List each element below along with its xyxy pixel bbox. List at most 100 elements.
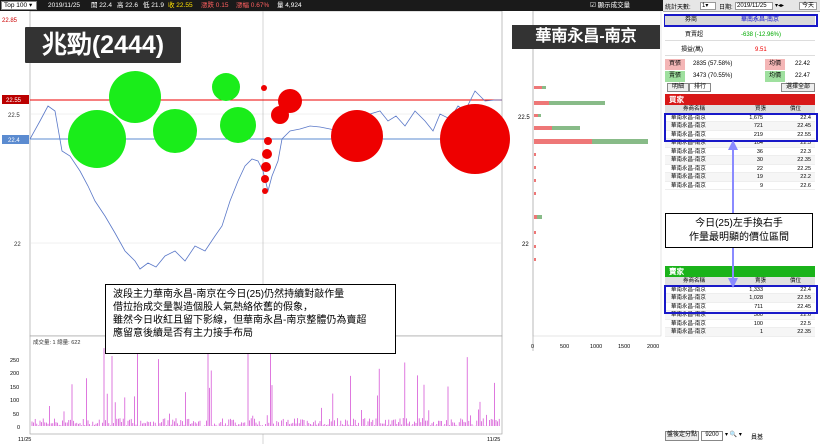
pl-value: 9.51 (755, 47, 767, 53)
top-select[interactable]: Top 100 ▾ (1, 1, 37, 10)
footer-button[interactable]: 盤後定分點 (665, 431, 699, 441)
volume-label: 成交量: 1 總量: 622 (33, 338, 80, 346)
buyers-highlight (664, 113, 818, 142)
vtick-150: 150 (10, 385, 19, 391)
sell-avg-label: 均價 (765, 71, 785, 82)
row-broker: 華南永昌-南京 (671, 165, 706, 172)
annotation-line: 應留意後續是否有主力接手布局 (113, 328, 253, 339)
table-row[interactable]: 華南永昌-南京 1 22.35 (665, 328, 815, 337)
row-price: 22.25 (797, 165, 811, 172)
broker-title: 華南永昌-南京 (512, 25, 660, 49)
sellers-highlight (664, 285, 818, 314)
price-tag-blue-text: 22.4 (8, 138, 20, 144)
row-price: 22.5 (800, 320, 811, 327)
row-broker: 華南永昌-南京 (671, 148, 706, 155)
tab-rank[interactable]: 排行 (689, 83, 711, 92)
table-row[interactable]: 華南永昌-南京 9 22.6 (665, 182, 815, 190)
row-qty: 100 (753, 320, 763, 327)
sell-bubble (440, 104, 510, 174)
row-qty: 9 (759, 182, 763, 189)
broker-value[interactable]: 華南永昌-南京 (741, 16, 779, 25)
net-row: 買賣超 -638 (-12.96%) (665, 29, 815, 41)
row-price: 22.35 (797, 329, 811, 335)
net-value: -638 (-12.96%) (741, 32, 782, 38)
top-select-value: Top 100 (4, 2, 28, 9)
callout-line: 今日(25)左手換右手 (695, 218, 783, 229)
vtick-250: 250 (10, 358, 19, 364)
quote-close: 收 22.55 (168, 2, 193, 9)
broker-xtick: 2000 (647, 344, 659, 350)
date-toolbar: 統計天數: 1▾ 日期: 2019/11/25 ▾◂▸ 今天 (663, 0, 820, 12)
sell-value: 3473 (70.55%) (693, 73, 733, 79)
sell-bubble (261, 175, 269, 183)
annotation-line: 雖然今日收紅且留下影線，但華南永昌-南京整體仍為賣超 (113, 315, 367, 326)
broker-xtick: 0 (531, 344, 534, 350)
vtick-50: 50 (13, 412, 19, 418)
row-price: 22.35 (797, 157, 811, 163)
table-row[interactable]: 華南永昌-南京 30 22.35 (665, 156, 815, 165)
table-row[interactable]: 華南永昌-南京 22 22.25 (665, 165, 815, 173)
row-qty: 19 (756, 174, 763, 180)
price-chart-area: 22.85 22.5 22 22.55 22.4 成交量: 1 總量: 622 … (0, 11, 663, 444)
row-broker: 華南永昌-南京 (671, 174, 706, 180)
ytick-22: 22 (14, 242, 21, 248)
quote-toolbar: Top 100 ▾ 2019/11/25 開 22.4 高 22.6 低 21.… (0, 0, 663, 11)
days-value: 1 (702, 3, 706, 9)
annotation-box: 波段主力華南永昌-南京在今日(25)仍然持續對敲作量 借拉抬成交量製造個股人氣熱… (105, 284, 396, 354)
sell-bubble (261, 162, 271, 172)
chart-svg: 22.85 22.5 22 22.55 22.4 成交量: 1 總量: 622 … (2, 11, 662, 444)
sell-bubble (262, 149, 272, 159)
buy-bubble (109, 71, 161, 123)
buy-row: 買張 2835 (57.58%) 均價 22.42 (665, 59, 815, 70)
broker-xtick: 500 (560, 344, 569, 350)
table-row[interactable]: 華南永昌-南京 100 22.5 (665, 320, 815, 328)
sell-avg: 22.47 (795, 73, 811, 79)
broker-chart-frame (532, 11, 662, 337)
today-button[interactable]: 今天 (799, 2, 817, 10)
footer-end: 員基 (751, 435, 764, 441)
annotation-line: 波段主力華南永昌-南京在今日(25)仍然持續對敲作量 (113, 289, 345, 300)
xtick-end: 11/25 (487, 437, 500, 443)
buy-bubble (212, 73, 240, 101)
buy-value: 2835 (57.58%) (693, 61, 733, 67)
pl-row: 損益(萬) 9.51 (665, 44, 815, 56)
date-value: 2019/11/25 (737, 3, 767, 9)
show-volume-label: 顯示成交量 (597, 2, 631, 9)
date-prev-next[interactable]: ▾◂▸ (775, 2, 784, 9)
quote-open: 開 22.4 (91, 2, 112, 9)
footer-controls[interactable]: ▾ 🔍 ▾ (725, 431, 742, 438)
buy-label: 買張 (665, 59, 685, 70)
vtick-100: 100 (10, 398, 19, 404)
sell-bubble (261, 85, 267, 91)
broker-ytick-225: 22.5 (518, 115, 530, 121)
buy-bubble (220, 107, 256, 143)
broker-label: 券商 (685, 17, 698, 23)
days-select[interactable]: 1▾ (700, 2, 716, 10)
row-qty: 36 (756, 148, 763, 155)
days-label: 統計天數: (665, 5, 691, 11)
row-broker: 華南永昌-南京 (671, 157, 706, 163)
sell-bubble (271, 106, 289, 124)
footer-number[interactable]: 9200 (701, 431, 723, 441)
quote-change: 漲跌 0.15 (201, 2, 229, 9)
row-price: 22.2 (800, 174, 811, 180)
buy-avg-label: 均價 (765, 59, 785, 70)
date-input[interactable]: 2019/11/25 (735, 2, 773, 10)
show-volume-checkbox[interactable]: ☑ 顯示成交量 (590, 0, 630, 11)
quote-high: 高 22.6 (117, 2, 138, 9)
row-price: 22.3 (800, 148, 811, 155)
quote-volume: 量 4,924 (277, 2, 302, 9)
sell-bubble (264, 137, 272, 145)
date-label: 日期: (719, 5, 733, 11)
select-all-button[interactable]: 選擇全部 (781, 83, 815, 92)
table-row[interactable]: 華南永昌-南京 19 22.2 (665, 173, 815, 182)
ytick-2285: 22.85 (2, 18, 18, 24)
table-row[interactable]: 華南永昌-南京 36 22.3 (665, 148, 815, 156)
buyers-header: 買家 (665, 94, 815, 105)
buy-bubble (68, 110, 126, 168)
quote-pct: 漲幅 0.67% (236, 2, 270, 9)
tab-detail[interactable]: 明細 (667, 83, 689, 92)
broker-row: 券商 華南永昌-南京 (665, 16, 815, 25)
row-qty: 22 (756, 165, 763, 172)
sell-bubble (262, 188, 268, 194)
